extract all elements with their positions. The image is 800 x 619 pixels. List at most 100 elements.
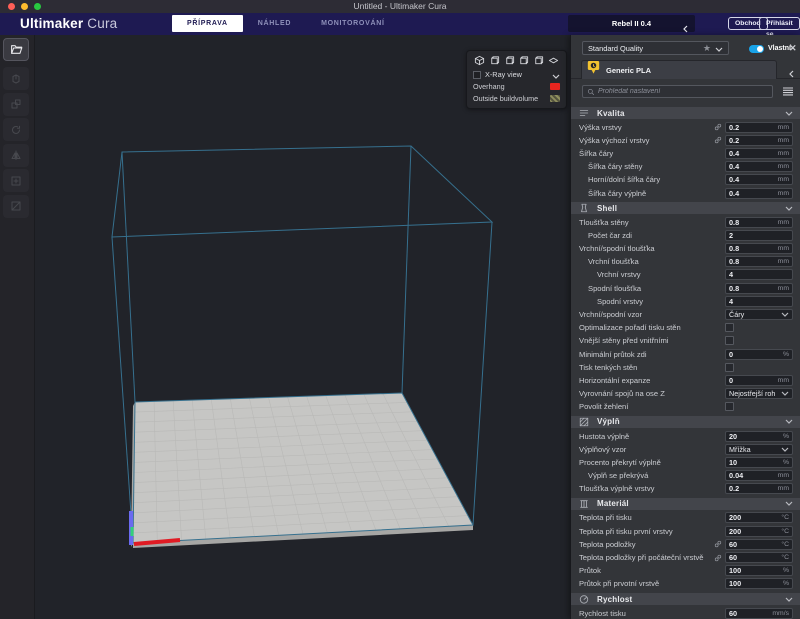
settings-list: KvalitaVýška vrstvy0.2mmVýška výchozí vr… xyxy=(571,102,800,619)
setting-label: Šířka čáry výplně xyxy=(571,189,709,198)
setting-input[interactable]: 0.4mm xyxy=(725,188,793,199)
close-panel-icon[interactable]: ✕ xyxy=(789,42,797,55)
setting-unit: mm xyxy=(778,190,789,197)
build-plate-scene xyxy=(35,35,570,619)
setting-input[interactable]: 60°C xyxy=(725,552,793,563)
setting-input[interactable]: 4 xyxy=(725,296,793,307)
printer-selector[interactable]: Rebel II 0.4 xyxy=(568,15,695,32)
setting-dropdown[interactable]: Čáry xyxy=(725,309,793,320)
chevron-down-icon xyxy=(785,419,793,424)
setting-input[interactable]: 100% xyxy=(725,565,793,576)
window-title: Untitled - Ultimaker Cura xyxy=(0,0,800,13)
quality-profile-label: Standard Quality xyxy=(588,44,699,53)
setting-input[interactable]: 60°C xyxy=(725,539,793,550)
setting-input[interactable]: 200°C xyxy=(725,512,793,523)
search-input[interactable] xyxy=(598,88,768,95)
setting-row: Šířka čáry stěny0.4mm xyxy=(571,160,800,173)
quality-profile-dropdown[interactable]: Standard Quality ★ xyxy=(582,41,729,55)
right-view-icon[interactable] xyxy=(533,55,544,66)
custom-mode-toggle[interactable] xyxy=(749,45,764,53)
setting-checkbox[interactable] xyxy=(725,323,734,332)
setting-input[interactable]: 200°C xyxy=(725,526,793,537)
tab-n-hled[interactable]: NÁHLED xyxy=(243,15,306,32)
bottom-view-icon[interactable] xyxy=(548,55,559,66)
front-view-icon[interactable] xyxy=(489,55,500,66)
speed-icon xyxy=(579,594,597,604)
left-view-icon[interactable] xyxy=(518,55,529,66)
setting-unit: mm xyxy=(778,137,789,144)
setting-dropdown[interactable]: Nejostřejší roh xyxy=(725,388,793,399)
setting-checkbox[interactable] xyxy=(725,336,734,345)
setting-unit: % xyxy=(783,351,789,358)
legend-label: Outside buildvolume xyxy=(473,94,550,103)
legend-label: Overhang xyxy=(473,82,550,91)
move-button[interactable] xyxy=(3,67,29,90)
setting-input[interactable]: 0.4mm xyxy=(725,148,793,159)
section-header-shell[interactable]: Shell xyxy=(571,202,800,214)
settings-menu-icon[interactable] xyxy=(783,87,793,96)
setting-input[interactable]: 2 xyxy=(725,230,793,241)
setting-input[interactable]: 20% xyxy=(725,431,793,442)
setting-input[interactable]: 60mm/s xyxy=(725,608,793,619)
settings-search-box[interactable] xyxy=(582,85,773,98)
setting-value: 0.2 xyxy=(729,136,778,145)
top-view-icon[interactable] xyxy=(504,55,515,66)
setting-unit: mm xyxy=(778,258,789,265)
setting-input[interactable]: 0.8mm xyxy=(725,256,793,267)
setting-row: Tloušťka stěny0.8mm xyxy=(571,216,800,229)
setting-input[interactable]: 0.2mm xyxy=(725,122,793,133)
setting-row: Horní/dolní šířka čáry0.4mm xyxy=(571,173,800,186)
setting-checkbox[interactable] xyxy=(725,363,734,372)
setting-input[interactable]: 100% xyxy=(725,578,793,589)
sign-in-button[interactable]: Přihlásit se xyxy=(759,17,800,30)
setting-input[interactable]: 0.4mm xyxy=(725,161,793,172)
setting-input[interactable]: 0.8mm xyxy=(725,243,793,254)
setting-unit: mm xyxy=(778,150,789,157)
app-header: Ultimaker Cura PŘÍPRAVANÁHLEDMONITOROVÁN… xyxy=(0,13,800,35)
setting-label: Spodní tloušťka xyxy=(571,284,709,293)
setting-value: 100 xyxy=(729,566,783,575)
section-header-rychlost[interactable]: Rychlost xyxy=(571,593,800,605)
setting-input[interactable]: 0.8mm xyxy=(725,283,793,294)
setting-unit: mm xyxy=(778,219,789,226)
3d-view-icon[interactable] xyxy=(474,55,485,66)
setting-input[interactable]: 0.8mm xyxy=(725,217,793,228)
setting-row: Vrchní vrstvy4 xyxy=(571,268,800,281)
infill-icon xyxy=(579,417,597,427)
setting-input[interactable]: 10% xyxy=(725,457,793,468)
printer-name: Rebel II 0.4 xyxy=(568,15,695,32)
setting-row: Teplota při tisku200°C xyxy=(571,511,800,524)
setting-input[interactable]: 0.2mm xyxy=(725,135,793,146)
setting-row: Šířka čáry0.4mm xyxy=(571,147,800,160)
setting-checkbox[interactable] xyxy=(725,402,734,411)
setting-input[interactable]: 0.2mm xyxy=(725,483,793,494)
setting-label: Rychlost tisku xyxy=(571,609,709,618)
support-blocker-button[interactable] xyxy=(3,195,29,218)
cura-window: { "window": { "title": "Untitled - Ultim… xyxy=(0,0,800,619)
section-header-v-pl[interactable]: Výplň xyxy=(571,416,800,428)
render-scheme-dropdown[interactable]: X-Ray view xyxy=(473,68,560,81)
setting-input[interactable]: 4 xyxy=(725,269,793,280)
setting-dropdown[interactable]: Mřížka xyxy=(725,444,793,455)
rotate-button[interactable] xyxy=(3,118,29,141)
tab-monitorov-n[interactable]: MONITOROVÁNÍ xyxy=(306,15,400,32)
setting-label: Tisk tenkých stěn xyxy=(571,363,709,372)
titlebar: Untitled - Ultimaker Cura xyxy=(0,0,800,13)
chevron-left-icon[interactable] xyxy=(789,65,794,83)
open-file-button[interactable] xyxy=(3,38,29,61)
setting-input[interactable]: 0.04mm xyxy=(725,470,793,481)
setting-value: 0.2 xyxy=(729,484,778,493)
section-header-materi-l[interactable]: Materiál xyxy=(571,498,800,510)
section-header-kvalita[interactable]: Kvalita xyxy=(571,107,800,119)
viewport-3d[interactable] xyxy=(35,35,570,619)
per-model-settings-button[interactable] xyxy=(3,169,29,192)
extruder-tab[interactable]: Generic PLA xyxy=(581,60,777,79)
setting-label: Teplota podložky při počáteční vrstvě xyxy=(571,553,709,562)
mirror-button[interactable] xyxy=(3,144,29,167)
setting-input[interactable]: 0% xyxy=(725,349,793,360)
setting-input[interactable]: 0.4mm xyxy=(725,174,793,185)
scale-button[interactable] xyxy=(3,93,29,116)
setting-value: 0.4 xyxy=(729,149,778,158)
setting-input[interactable]: 0mm xyxy=(725,375,793,386)
tab-p-prava[interactable]: PŘÍPRAVA xyxy=(172,15,243,32)
